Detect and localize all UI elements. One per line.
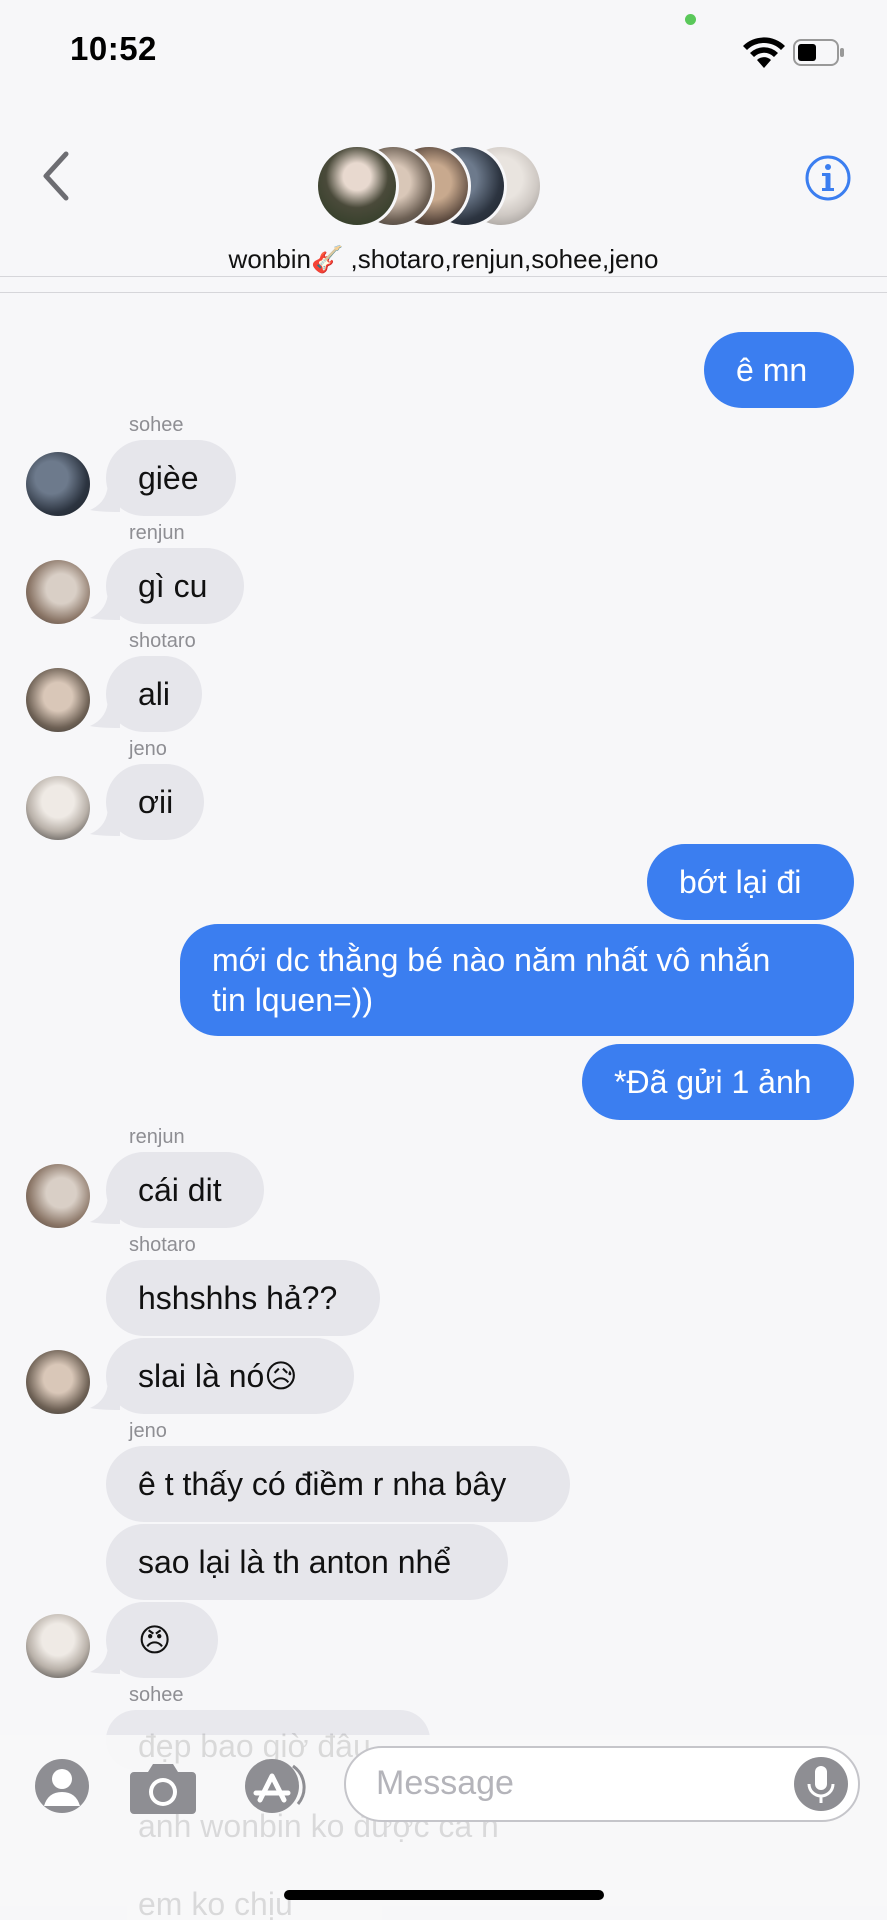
sender-name: sohee [129, 1684, 184, 1706]
header-divider [0, 276, 887, 277]
sender-name: shotaro [129, 1234, 196, 1256]
message-bubble-incoming[interactable]: ơii [106, 764, 204, 840]
message-line: mới dc thằng bé nào năm nhất vô nhắn [212, 942, 771, 978]
message-bubble-incoming[interactable]: hshshhs hả?? [106, 1260, 380, 1336]
message-bubble-incoming[interactable]: 😠 [106, 1602, 218, 1678]
avatar-renjun[interactable] [26, 560, 90, 624]
message-bubble-incoming[interactable]: ê t thấy có điềm r nha bây [106, 1446, 570, 1522]
info-icon[interactable] [804, 154, 852, 202]
message-line: tin lquen=)) [212, 982, 373, 1018]
camera-icon[interactable] [128, 1758, 198, 1816]
sender-name: sohee [129, 414, 184, 436]
chevron-left-icon[interactable] [38, 150, 74, 202]
header-divider [0, 292, 887, 293]
home-indicator[interactable] [284, 1890, 604, 1900]
privacy-indicator-dot [685, 14, 696, 25]
message-bubble-outgoing[interactable]: mới dc thằng bé nào năm nhất vô nhắn tin… [180, 924, 854, 1036]
message-bubble-incoming[interactable]: cái dit [106, 1152, 264, 1228]
avatar-sohee[interactable] [26, 452, 90, 516]
wifi-icon [743, 37, 785, 68]
group-avatars[interactable] [315, 144, 545, 230]
message-bubble-incoming[interactable]: slai là nó😥 [106, 1338, 354, 1414]
message-bubble-incoming[interactable]: ali [106, 656, 202, 732]
sender-name: renjun [129, 1126, 185, 1148]
message-bubble-incoming[interactable]: gièe [106, 440, 236, 516]
sender-name: jeno [129, 1420, 167, 1442]
avatar-jeno[interactable] [26, 1614, 90, 1678]
group-names[interactable]: wonbin🎸 ,shotaro,renjun,sohee,jeno [0, 244, 887, 275]
message-bubble-outgoing[interactable]: *Đã gửi 1 ảnh [582, 1044, 854, 1120]
message-bubble-incoming[interactable]: gì cu [106, 548, 244, 624]
microphone-icon[interactable] [793, 1756, 849, 1812]
messages-screen: { "status_bar": { "time": "10:52", "wifi… [0, 0, 887, 1920]
status-time: 10:52 [70, 30, 157, 67]
sender-name: jeno [129, 738, 167, 760]
avatar-shotaro[interactable] [26, 668, 90, 732]
sender-name: renjun [129, 522, 185, 544]
message-bubble-outgoing[interactable]: ê mn [704, 332, 854, 408]
memoji-icon[interactable] [34, 1758, 90, 1814]
battery-icon [793, 39, 844, 66]
sender-name: shotaro [129, 630, 196, 652]
avatar-jeno[interactable] [26, 776, 90, 840]
avatar-shotaro[interactable] [26, 1350, 90, 1414]
obscured-message: em ko chịu [138, 1886, 293, 1920]
avatar-wonbin [315, 144, 399, 228]
message-bubble-outgoing[interactable]: bớt lại đi [647, 844, 854, 920]
avatar-renjun[interactable] [26, 1164, 90, 1228]
message-placeholder: Message [376, 1764, 514, 1802]
message-input[interactable]: Message [344, 1746, 860, 1822]
app-store-icon[interactable] [238, 1758, 312, 1814]
message-bubble-incoming[interactable]: sao lại là th anton nhể [106, 1524, 508, 1600]
